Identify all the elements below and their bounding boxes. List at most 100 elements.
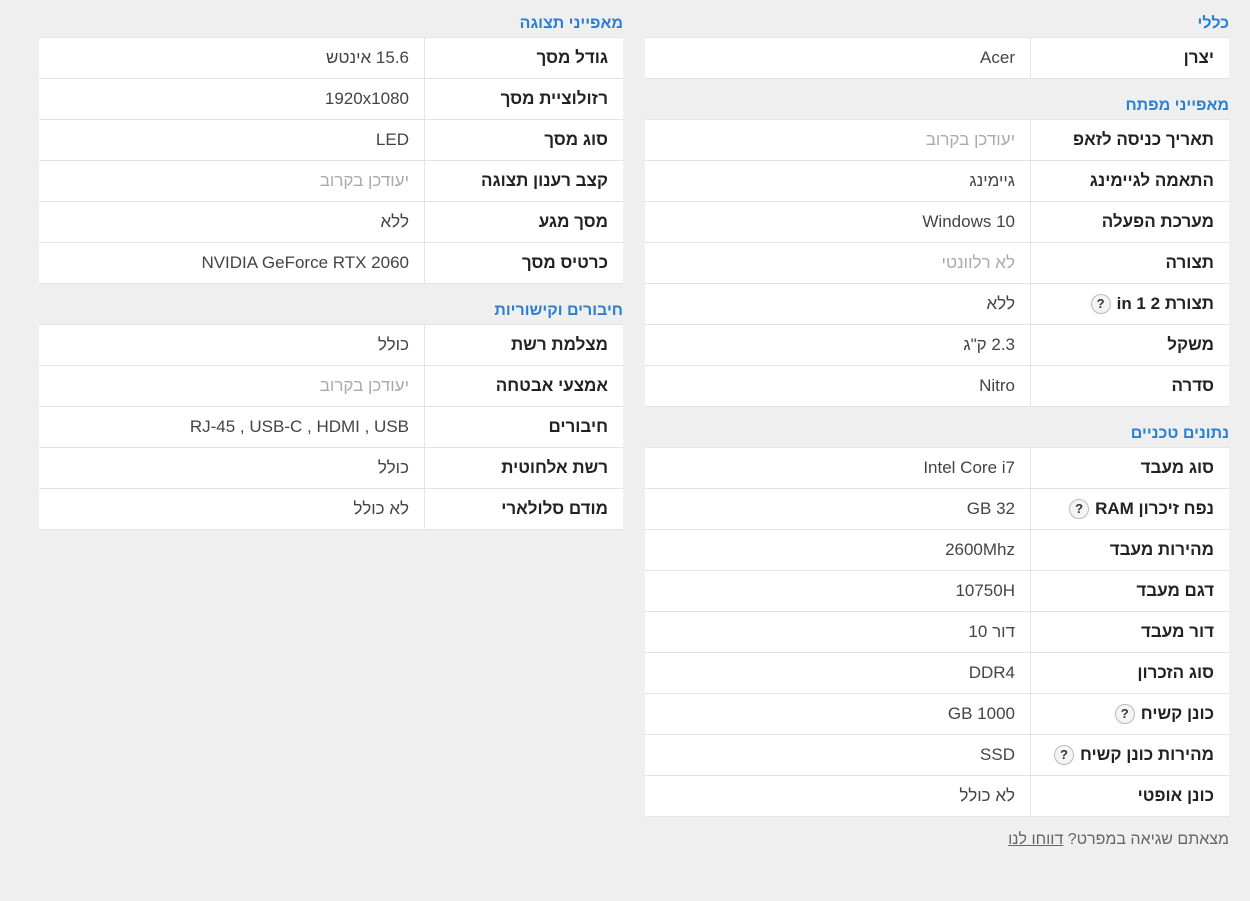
spec-label: יצרן (1030, 37, 1229, 79)
spec-value: 10750H (645, 570, 1031, 612)
spec-label-text: תצורה (1165, 253, 1214, 272)
spec-label: נפח זיכרון RAM? (1030, 488, 1229, 530)
spec-row: מצלמת רשת כולל (39, 324, 623, 366)
spec-row: קצב רענון תצוגה יעודכן בקרוב (39, 160, 623, 202)
spec-value: LED (39, 119, 425, 161)
spec-row: התאמה לגיימינג גיימינג (645, 160, 1229, 202)
spec-row: משקל 2.3 ק"ג (645, 324, 1229, 366)
spec-table-key-features: תאריך כניסה לזאפ יעודכן בקרוב התאמה לגיימי… (645, 119, 1229, 407)
spec-value: גיימינג (645, 160, 1031, 202)
report-error: מצאתם שגיאה במפרט? דווחו לנו (645, 831, 1229, 849)
section-title-display: מאפייני תצוגה (519, 15, 623, 32)
spec-row: מודם סלולארי לא כולל (39, 488, 623, 530)
spec-value: Nitro (645, 365, 1031, 407)
spec-row: תצורת 2 in 1? ללא (645, 283, 1229, 325)
spec-value: 1920x1080 (39, 78, 425, 120)
spec-label: סדרה (1030, 365, 1229, 407)
spec-label-text: יצרן (1183, 48, 1214, 67)
spec-label: משקל (1030, 324, 1229, 366)
spec-row: סדרה Nitro (645, 365, 1229, 407)
spec-table-connectivity: מצלמת רשת כולל אמצעי אבטחה יעודכן בקרוב חיבו… (39, 324, 623, 530)
spec-row: מהירות כונן קשיח? SSD (645, 734, 1229, 776)
spec-value: 32 GB (645, 488, 1031, 530)
spec-row: אמצעי אבטחה יעודכן בקרוב (39, 365, 623, 407)
spec-label-text: סוג הזכרון (1137, 663, 1214, 682)
help-icon[interactable]: ? (1114, 704, 1135, 724)
spec-label-text: משקל (1167, 335, 1214, 354)
spec-row: כונן אופטי לא כולל (645, 775, 1229, 817)
left-column: מאפייני תצוגה גודל מסך 15.6 אינטש רזולוציי… (39, 0, 623, 544)
spec-label: קצב רענון תצוגה (424, 160, 623, 202)
spec-value: לא כולל (39, 488, 425, 530)
spec-value: כולל (39, 324, 425, 366)
section-title-connectivity: חיבורים וקישוריות (494, 302, 623, 319)
spec-table-general: יצרן Acer (645, 37, 1229, 79)
spec-row: חיבורים RJ-45 , USB-C , HDMI , USB (39, 406, 623, 448)
spec-table-tech-specs: סוג מעבד Intel Core i7 נפח זיכרון RAM? 32 G… (645, 447, 1229, 817)
report-link[interactable]: דווחו לנו (1008, 831, 1063, 848)
spec-row: גודל מסך 15.6 אינטש (39, 37, 623, 79)
spec-label-text: כונן קשיח (1140, 704, 1214, 723)
spec-label-text: גודל מסך (536, 48, 608, 67)
spec-label: מהירות כונן קשיח? (1030, 734, 1229, 776)
spec-label: תצורת 2 in 1? (1030, 283, 1229, 325)
spec-row: תצורה לא רלוונטי (645, 242, 1229, 284)
spec-row: סוג מסך LED (39, 119, 623, 161)
spec-row: סוג הזכרון DDR4 (645, 652, 1229, 694)
spec-label: מסך מגע (424, 201, 623, 243)
spec-value: DDR4 (645, 652, 1031, 694)
spec-label: סוג מסך (424, 119, 623, 161)
spec-label: גודל מסך (424, 37, 623, 79)
spec-value: NVIDIA GeForce RTX 2060 (39, 242, 425, 284)
spec-label: רזולוציית מסך (424, 78, 623, 120)
spec-row: יצרן Acer (645, 37, 1229, 79)
spec-label-text: מערכת הפעלה (1101, 212, 1214, 231)
spec-row: תאריך כניסה לזאפ יעודכן בקרוב (645, 119, 1229, 161)
spec-label-text: תצורת 2 in 1 (1116, 294, 1214, 313)
spec-label: דור מעבד (1030, 611, 1229, 653)
spec-label-text: דגם מעבד (1136, 581, 1214, 600)
spec-label: סוג מעבד (1030, 447, 1229, 489)
spec-row: דגם מעבד 10750H (645, 570, 1229, 612)
spec-value: 15.6 אינטש (39, 37, 425, 79)
help-icon[interactable]: ? (1090, 294, 1111, 314)
report-text: מצאתם שגיאה במפרט? (1067, 831, 1229, 848)
spec-label: מערכת הפעלה (1030, 201, 1229, 243)
spec-value: יעודכן בקרוב (39, 365, 425, 407)
section-title-tech-specs: נתונים טכניים (1130, 425, 1229, 442)
right-column: כללי יצרן Acer מאפייני מפתח תאריך כניסה ל… (645, 0, 1229, 849)
spec-value: Intel Core i7 (645, 447, 1031, 489)
spec-label-text: נפח זיכרון RAM (1095, 499, 1214, 518)
spec-label: כרטיס מסך (424, 242, 623, 284)
spec-label: כונן קשיח? (1030, 693, 1229, 735)
spec-row: רזולוציית מסך 1920x1080 (39, 78, 623, 120)
spec-value: לא כולל (645, 775, 1031, 817)
spec-value: Windows 10 (645, 201, 1031, 243)
spec-row: כרטיס מסך NVIDIA GeForce RTX 2060 (39, 242, 623, 284)
spec-row: מסך מגע ללא (39, 201, 623, 243)
spec-value: כולל (39, 447, 425, 489)
spec-label: תאריך כניסה לזאפ (1030, 119, 1229, 161)
spec-label-text: רשת אלחוטית (501, 458, 608, 477)
help-icon[interactable]: ? (1053, 745, 1074, 765)
spec-value: יעודכן בקרוב (39, 160, 425, 202)
spec-value: Acer (645, 37, 1031, 79)
spec-label-text: קצב רענון תצוגה (480, 171, 608, 190)
section-title-general: כללי (1197, 15, 1230, 32)
spec-label-text: סוג מעבד (1140, 458, 1214, 477)
spec-label-text: סוג מסך (544, 130, 608, 149)
help-icon[interactable]: ? (1069, 499, 1090, 519)
spec-label-text: כונן אופטי (1137, 786, 1214, 805)
spec-value: 2600Mhz (645, 529, 1031, 571)
spec-row: מערכת הפעלה Windows 10 (645, 201, 1229, 243)
spec-value: לא רלוונטי (645, 242, 1031, 284)
spec-value: יעודכן בקרוב (645, 119, 1031, 161)
spec-label-text: התאמה לגיימינג (1089, 171, 1214, 190)
spec-label-text: דור מעבד (1140, 622, 1214, 641)
spec-label-text: מסך מגע (538, 212, 608, 231)
spec-row: כונן קשיח? 1000 GB (645, 693, 1229, 735)
spec-label-text: כרטיס מסך (521, 253, 608, 272)
spec-value: 1000 GB (645, 693, 1031, 735)
spec-label: אמצעי אבטחה (424, 365, 623, 407)
spec-label: סוג הזכרון (1030, 652, 1229, 694)
